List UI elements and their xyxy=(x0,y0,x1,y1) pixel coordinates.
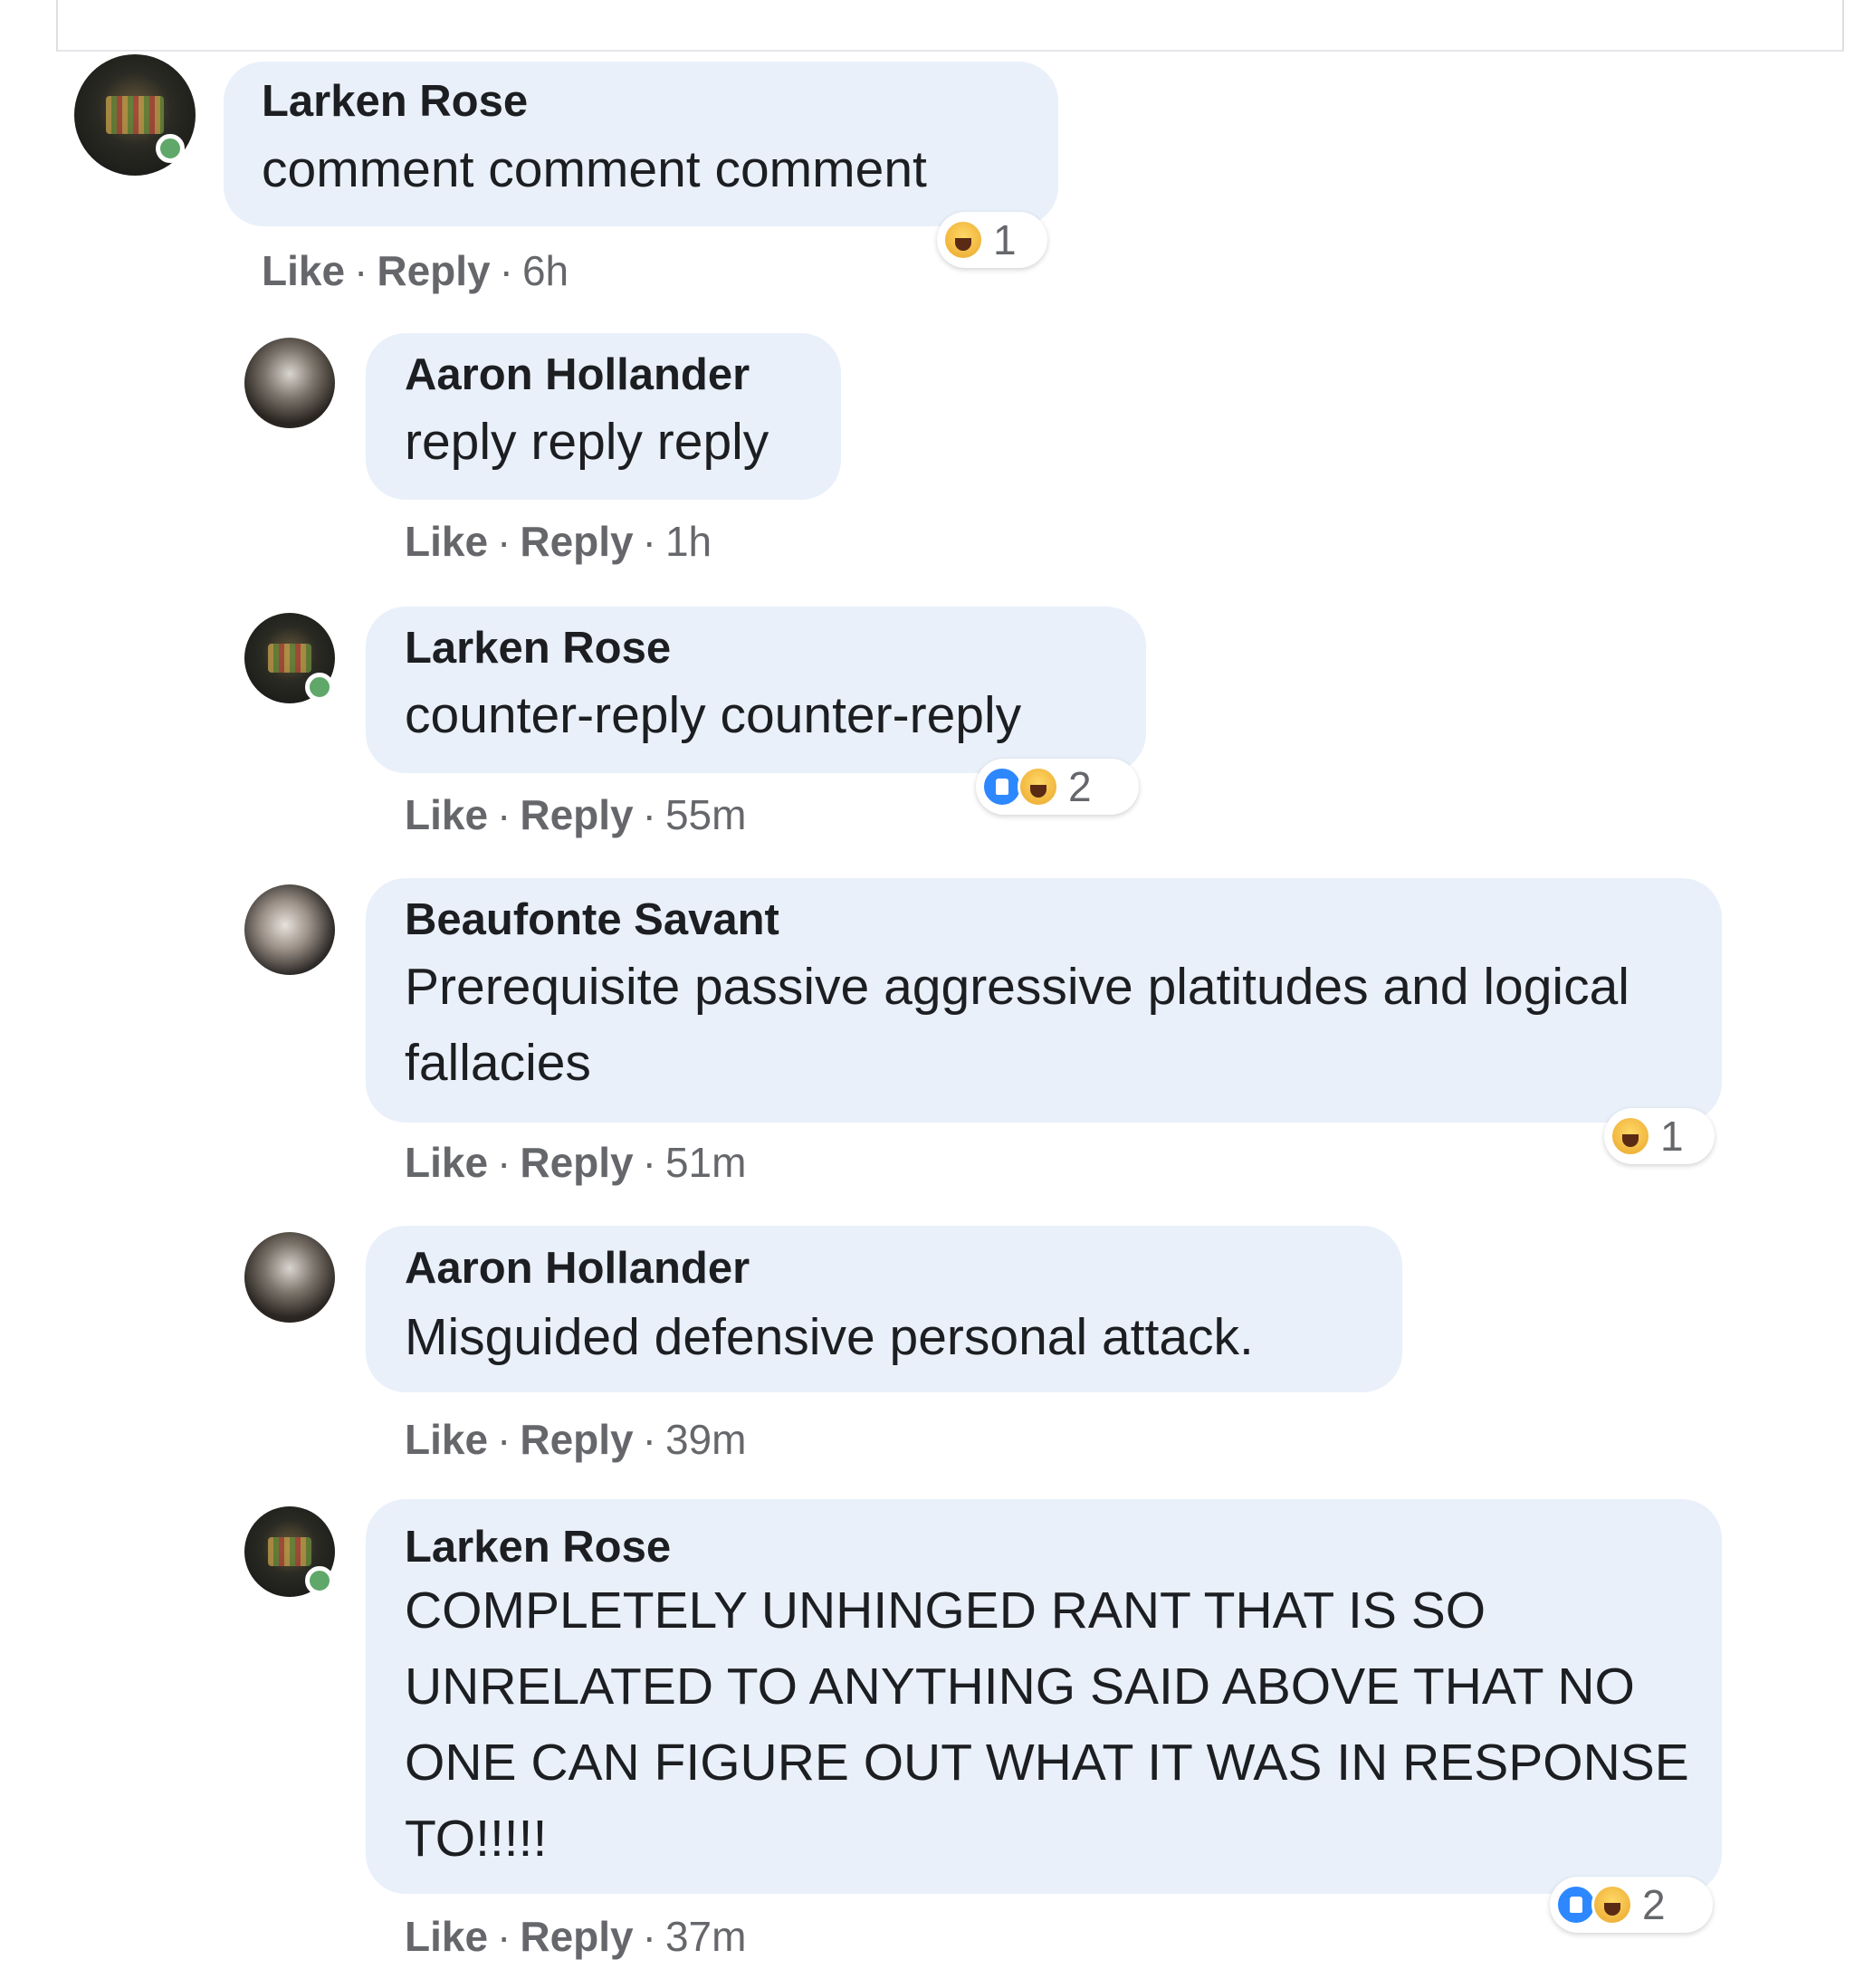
reaction-summary[interactable]: 1 xyxy=(937,212,1047,268)
like-button[interactable]: Like xyxy=(405,790,488,839)
separator: · xyxy=(497,1139,511,1186)
comment-actions: Like · Reply · 37m xyxy=(405,1912,746,1961)
haha-icon xyxy=(942,219,984,261)
comment-text: COMPLETELY UNHINGED RANT THAT IS SO UNRE… xyxy=(405,1582,1689,1868)
like-button[interactable]: Like xyxy=(405,1138,488,1187)
reaction-count: 1 xyxy=(1660,1113,1684,1160)
comment-text: Misguided defensive personal attack. xyxy=(405,1308,1254,1366)
comment-author[interactable]: Larken Rose xyxy=(262,76,528,127)
online-status-icon xyxy=(156,134,185,163)
reply-button[interactable]: Reply xyxy=(520,1138,633,1187)
avatar[interactable] xyxy=(244,884,335,975)
online-status-icon xyxy=(305,673,334,702)
reaction-summary[interactable]: 1 xyxy=(1604,1108,1715,1164)
reply-button[interactable]: Reply xyxy=(520,790,633,839)
comment-actions: Like · Reply · 6h xyxy=(262,246,569,295)
haha-icon xyxy=(1591,1884,1633,1926)
separator: · xyxy=(642,1139,656,1186)
comment-author[interactable]: Larken Rose xyxy=(405,1522,671,1572)
separator: · xyxy=(642,1416,656,1463)
reply-button[interactable]: Reply xyxy=(520,1415,633,1464)
timestamp[interactable]: 51m xyxy=(665,1138,746,1187)
reaction-count: 1 xyxy=(993,216,1017,263)
online-status-icon xyxy=(305,1566,334,1595)
separator: · xyxy=(497,791,511,838)
like-button[interactable]: Like xyxy=(262,246,345,295)
comment-actions: Like · Reply · 1h xyxy=(405,517,712,566)
separator: · xyxy=(354,247,368,294)
comment-text: reply reply reply xyxy=(405,413,769,471)
comment-text: Prerequisite passive aggressive platitud… xyxy=(405,958,1629,1092)
comment-actions: Like · Reply · 39m xyxy=(405,1415,746,1464)
timestamp[interactable]: 55m xyxy=(665,790,746,839)
like-button[interactable]: Like xyxy=(405,1912,488,1961)
comment-thread: Larken Rose comment comment comment 1 Li… xyxy=(0,0,1854,1988)
reaction-count: 2 xyxy=(1068,763,1092,810)
timestamp[interactable]: 1h xyxy=(665,517,712,566)
reaction-count: 2 xyxy=(1642,1881,1666,1928)
avatar[interactable] xyxy=(244,1232,335,1323)
separator: · xyxy=(497,1913,511,1960)
separator: · xyxy=(642,518,656,565)
separator: · xyxy=(497,518,511,565)
reaction-summary[interactable]: 2 xyxy=(1550,1877,1713,1933)
timestamp[interactable]: 39m xyxy=(665,1415,746,1464)
avatar[interactable] xyxy=(244,338,335,428)
comment-author[interactable]: Aaron Hollander xyxy=(405,349,750,400)
comment-text: comment comment comment xyxy=(262,140,927,198)
comment-author[interactable]: Larken Rose xyxy=(405,623,671,674)
comment-text: counter-reply counter-reply xyxy=(405,686,1022,744)
timestamp[interactable]: 37m xyxy=(665,1912,746,1961)
comment-author[interactable]: Aaron Hollander xyxy=(405,1243,750,1294)
haha-icon xyxy=(1610,1115,1651,1157)
reply-button[interactable]: Reply xyxy=(520,517,633,566)
like-button[interactable]: Like xyxy=(405,517,488,566)
reply-button[interactable]: Reply xyxy=(377,246,490,295)
separator: · xyxy=(642,791,656,838)
reaction-summary[interactable]: 2 xyxy=(976,759,1139,815)
separator: · xyxy=(497,1416,511,1463)
timestamp[interactable]: 6h xyxy=(522,246,569,295)
reply-button[interactable]: Reply xyxy=(520,1912,633,1961)
comment-actions: Like · Reply · 51m xyxy=(405,1138,746,1187)
haha-icon xyxy=(1018,766,1059,808)
like-button[interactable]: Like xyxy=(405,1415,488,1464)
separator: · xyxy=(642,1913,656,1960)
comment-author[interactable]: Beaufonte Savant xyxy=(405,894,779,945)
separator: · xyxy=(499,247,513,294)
comment-actions: Like · Reply · 55m xyxy=(405,790,746,839)
